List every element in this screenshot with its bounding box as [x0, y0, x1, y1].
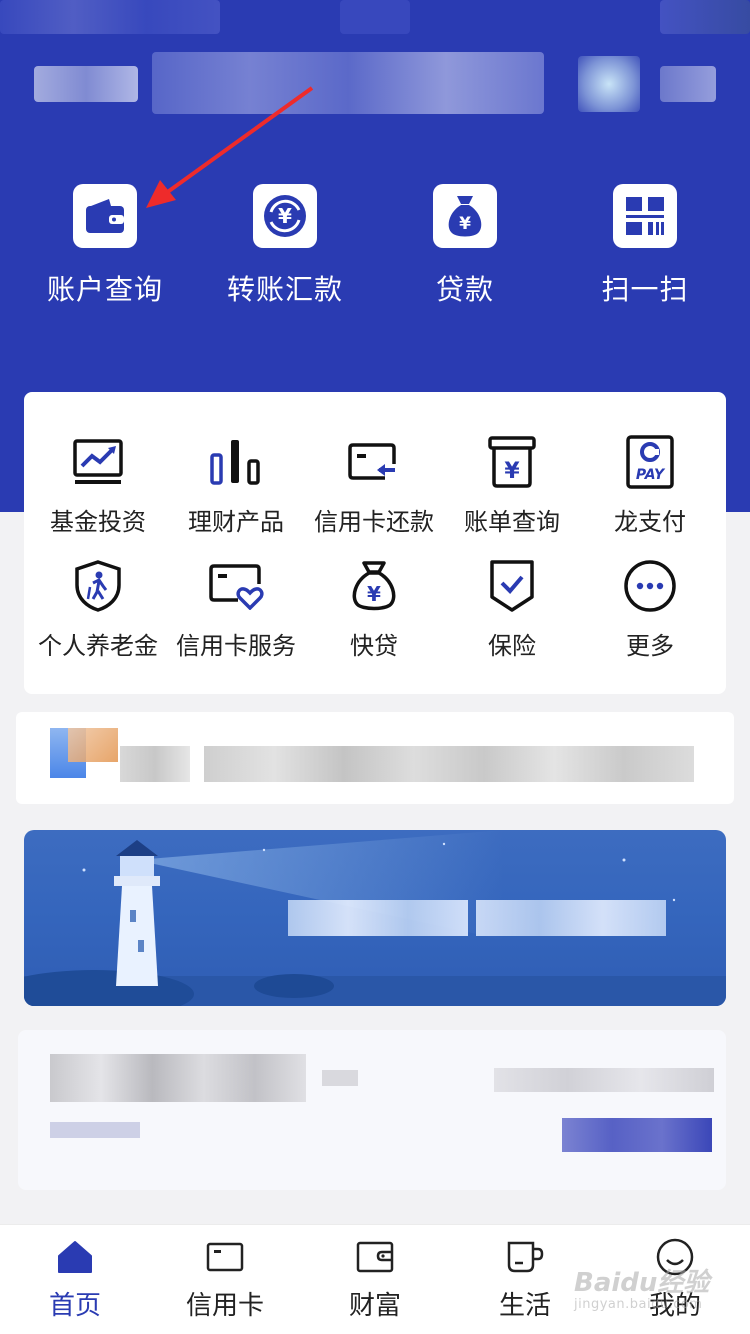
pay-icon-text: PAY	[636, 467, 666, 483]
info-text-blurred	[494, 1068, 714, 1092]
tab-label: 生活	[498, 1291, 551, 1321]
service-credit-card-repay[interactable]: 信用卡还款	[304, 434, 444, 544]
card-heart-icon	[208, 558, 264, 614]
service-label: 基金投资	[50, 508, 146, 536]
bill-box-icon: ¥	[484, 434, 540, 490]
watermark-sub: jingyan.baidu.com	[574, 1297, 703, 1312]
service-label: 信用卡服务	[176, 632, 296, 660]
baidu-watermark: Baidu经验 jingyan.baidu.com	[574, 1262, 724, 1322]
credit-card-icon	[205, 1237, 245, 1277]
life-cup-icon	[505, 1237, 545, 1277]
service-quick-loan[interactable]: ¥ 快贷	[304, 558, 444, 668]
watermark-main: Baidu经验	[574, 1268, 710, 1298]
svg-text:¥: ¥	[459, 214, 471, 234]
tab-label: 信用卡	[185, 1291, 264, 1321]
quick-action-scan[interactable]: 扫一扫	[555, 180, 735, 310]
notice-bar-blurred[interactable]	[16, 712, 734, 804]
insurance-check-icon	[484, 558, 540, 614]
info-text-blurred	[322, 1070, 358, 1086]
account-info-card-blurred[interactable]	[18, 1030, 726, 1190]
info-text-blurred	[50, 1122, 140, 1138]
quick-action-label: 转账汇款	[226, 273, 343, 306]
quick-actions: 账户查询 ¥ 转账汇款 ¥ 贷款 扫一扫	[0, 180, 750, 310]
wealth-wallet-icon	[355, 1237, 395, 1277]
status-bar-blurred	[660, 0, 750, 34]
wallet-icon	[73, 184, 137, 248]
pension-shield-icon	[70, 558, 126, 614]
quick-action-label: 贷款	[435, 273, 494, 306]
service-long-pay[interactable]: PAY 龙支付	[580, 434, 720, 544]
card-repay-icon	[346, 434, 402, 490]
service-label: 龙支付	[614, 508, 686, 536]
tab-label: 首页	[48, 1291, 101, 1321]
pay-icon: PAY	[622, 434, 678, 490]
svg-text:¥: ¥	[504, 459, 520, 484]
status-bar-blurred	[340, 0, 410, 34]
service-bill-query[interactable]: ¥ 账单查询	[442, 434, 582, 544]
quick-action-label: 账户查询	[46, 273, 163, 306]
notice-text-blurred	[120, 746, 190, 782]
tab-label: 财富	[348, 1291, 401, 1321]
service-insurance[interactable]: 保险	[442, 558, 582, 668]
banner-text-blurred	[476, 900, 666, 936]
tab-wealth[interactable]: 财富	[300, 1225, 450, 1334]
services-card: 基金投资 理财产品 信用卡还款 ¥ 账单查询 PAY 龙支付 个人养老金 信用卡…	[24, 392, 726, 694]
tab-home[interactable]: 首页	[0, 1225, 150, 1334]
notice-text-blurred	[204, 746, 694, 782]
quick-action-label: 扫一扫	[601, 273, 689, 306]
service-wealth-products[interactable]: 理财产品	[166, 434, 306, 544]
red-arrow-annotation	[146, 86, 314, 208]
service-more[interactable]: 更多	[580, 558, 720, 668]
service-personal-pension[interactable]: 个人养老金	[28, 558, 168, 668]
scan-icon	[613, 184, 677, 248]
info-button-blurred[interactable]	[562, 1118, 712, 1152]
service-label: 保险	[488, 632, 536, 660]
chart-monitor-icon	[70, 434, 126, 490]
quick-action-loan[interactable]: ¥ 贷款	[375, 180, 555, 310]
home-icon	[55, 1237, 95, 1277]
status-bar-blurred	[0, 0, 220, 34]
banner-text-blurred	[288, 900, 468, 936]
header-icon-blurred[interactable]	[578, 56, 640, 112]
bar-chart-icon	[208, 434, 264, 490]
service-label: 更多	[626, 632, 674, 660]
more-dots-icon	[622, 558, 678, 614]
service-label: 理财产品	[188, 508, 284, 536]
location-blurred[interactable]	[34, 66, 138, 102]
service-label: 快贷	[350, 632, 398, 660]
service-credit-card-service[interactable]: 信用卡服务	[166, 558, 306, 668]
money-bag-icon: ¥	[433, 184, 497, 248]
promo-banner[interactable]	[24, 830, 726, 1006]
service-label: 个人养老金	[38, 632, 158, 660]
service-label: 信用卡还款	[314, 508, 434, 536]
tab-credit-card[interactable]: 信用卡	[150, 1225, 300, 1334]
service-fund-investment[interactable]: 基金投资	[28, 434, 168, 544]
info-text-blurred	[50, 1054, 306, 1102]
header-icon-blurred[interactable]	[660, 66, 716, 102]
money-bag-icon: ¥	[346, 558, 402, 614]
svg-text:¥: ¥	[367, 582, 381, 606]
service-label: 账单查询	[464, 508, 560, 536]
notice-icon-blurred	[68, 728, 118, 762]
